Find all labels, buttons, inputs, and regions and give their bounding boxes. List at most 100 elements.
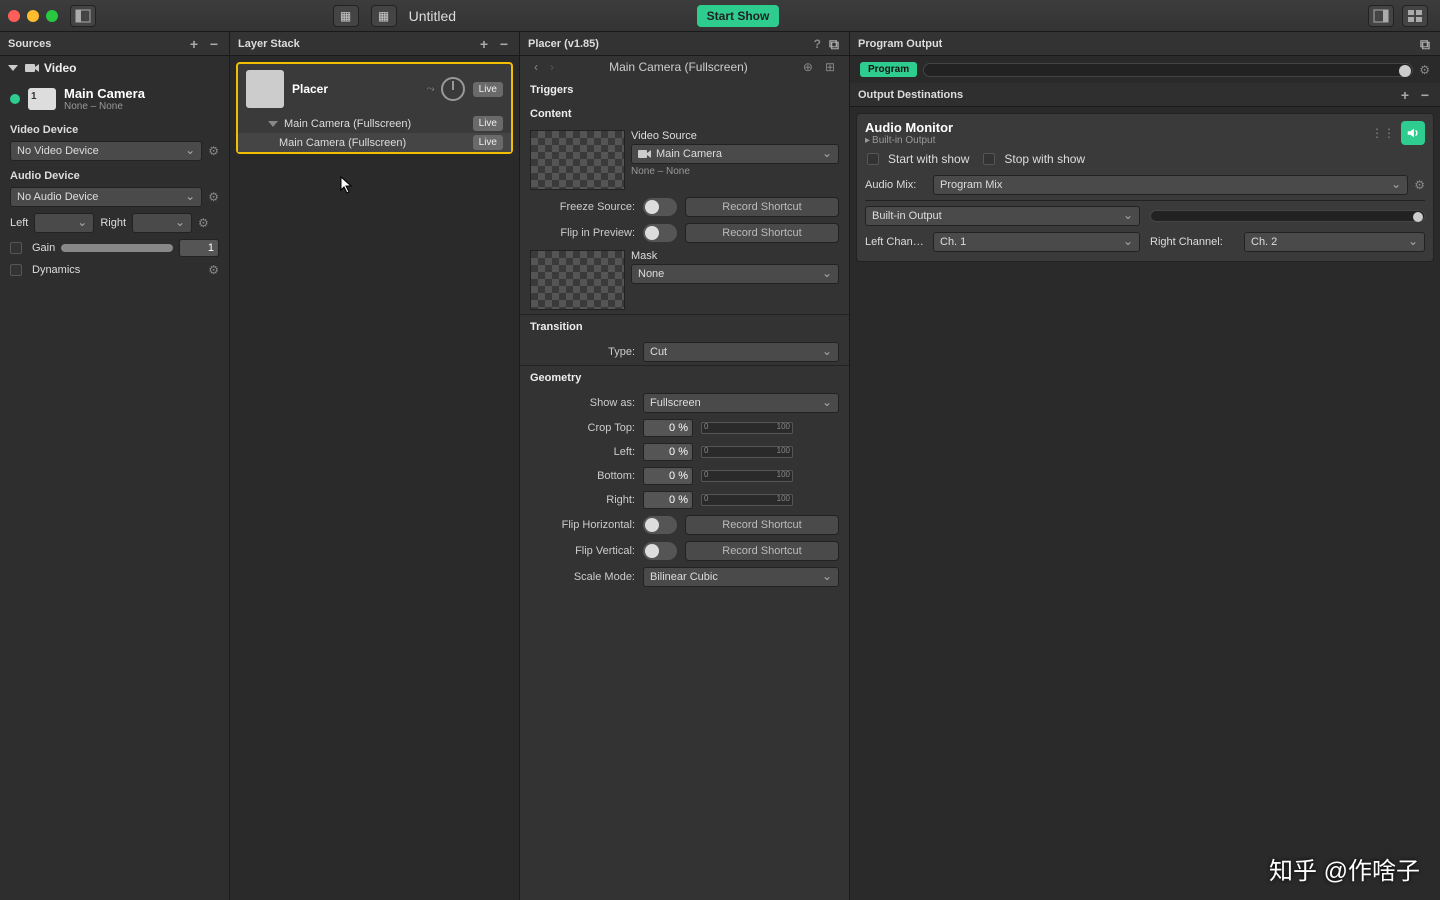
- gain-checkbox[interactable]: [10, 242, 22, 254]
- freeze-source-toggle[interactable]: [643, 198, 677, 216]
- left-channel-select[interactable]: [34, 213, 94, 233]
- dynamics-checkbox[interactable]: [10, 264, 22, 276]
- remove-source-button[interactable]: −: [207, 37, 221, 51]
- start-with-show-checkbox[interactable]: Start with show: [867, 152, 969, 166]
- crop-right-label: Right:: [530, 494, 635, 506]
- layer-title: Placer: [292, 82, 427, 96]
- source-status-dot: [10, 94, 20, 104]
- program-slider[interactable]: [923, 63, 1413, 77]
- source-subtitle: None – None: [64, 101, 145, 112]
- remove-layer-button[interactable]: −: [497, 37, 511, 51]
- nav-forward-button[interactable]: ›: [544, 60, 560, 74]
- video-group-header[interactable]: Video: [0, 56, 229, 80]
- source-item-main-camera[interactable]: Main Camera None – None: [0, 80, 229, 118]
- flip-preview-shortcut-button[interactable]: Record Shortcut: [685, 223, 839, 243]
- gain-label: Gain: [32, 242, 55, 254]
- nav-back-button[interactable]: ‹: [528, 60, 544, 74]
- video-device-select[interactable]: No Video Device: [10, 141, 202, 161]
- close-window-button[interactable]: [8, 10, 20, 22]
- transition-section-label: Transition: [520, 315, 849, 339]
- scale-mode-select[interactable]: Bilinear Cubic: [643, 567, 839, 587]
- dynamics-settings-icon[interactable]: ⚙: [208, 263, 219, 277]
- right-channel-out-select[interactable]: Ch. 2: [1244, 232, 1425, 252]
- audio-output-device-select[interactable]: Built-in Output: [865, 206, 1140, 226]
- audio-volume-slider[interactable]: [1150, 210, 1425, 222]
- flip-v-shortcut-button[interactable]: Record Shortcut: [685, 541, 839, 561]
- program-badge[interactable]: Program: [860, 62, 917, 77]
- video-source-label: Video Source: [631, 130, 839, 142]
- crop-left-slider[interactable]: 0100: [701, 446, 793, 458]
- audio-mix-settings-icon[interactable]: ⚙: [1414, 178, 1425, 192]
- layout-button-2[interactable]: [1402, 5, 1428, 27]
- window-title: Untitled: [409, 8, 456, 24]
- minimize-window-button[interactable]: [27, 10, 39, 22]
- toolbar-button-2[interactable]: ▦: [371, 5, 397, 27]
- audio-device-select[interactable]: No Audio Device: [10, 187, 202, 207]
- right-channel-select[interactable]: [132, 213, 192, 233]
- remove-destination-button[interactable]: −: [1418, 88, 1432, 102]
- show-as-select[interactable]: Fullscreen: [643, 393, 839, 413]
- flip-h-shortcut-button[interactable]: Record Shortcut: [685, 515, 839, 535]
- video-source-thumb: [530, 130, 625, 190]
- crop-bottom-value[interactable]: 0 %: [643, 467, 693, 485]
- toolbar-button-1[interactable]: ▦: [333, 5, 359, 27]
- inspector-icon-1[interactable]: ⊕: [797, 60, 819, 74]
- speaker-button[interactable]: [1401, 121, 1425, 145]
- crop-right-value[interactable]: 0 %: [643, 491, 693, 509]
- layer-card-placer[interactable]: Placer ⤳ Live Main Camera (Fullscreen) L…: [236, 62, 513, 154]
- flip-vertical-toggle[interactable]: [643, 542, 677, 560]
- layer-child-live-badge[interactable]: Live: [473, 116, 503, 131]
- layer-live-badge[interactable]: Live: [473, 82, 503, 97]
- flip-preview-toggle[interactable]: [643, 224, 677, 242]
- left-channel-label: Left: [10, 217, 28, 229]
- sidebar-toggle-button[interactable]: [70, 5, 96, 27]
- left-channel-out-select[interactable]: Ch. 1: [933, 232, 1140, 252]
- output-popout-icon[interactable]: ⧉: [1418, 37, 1432, 51]
- sources-header-label: Sources: [8, 38, 51, 50]
- channel-settings-icon[interactable]: ⚙: [198, 216, 209, 230]
- layer-link-icon: ⤳: [427, 84, 435, 95]
- crop-left-value[interactable]: 0 %: [643, 443, 693, 461]
- program-settings-icon[interactable]: ⚙: [1419, 63, 1430, 77]
- add-layer-button[interactable]: +: [477, 37, 491, 51]
- crop-bottom-slider[interactable]: 0100: [701, 470, 793, 482]
- layer-child-label: Main Camera (Fullscreen): [279, 137, 406, 149]
- add-destination-button[interactable]: +: [1398, 88, 1412, 102]
- crop-top-value[interactable]: 0 %: [643, 419, 693, 437]
- audio-drag-handle-icon[interactable]: ⋮⋮: [1371, 126, 1395, 140]
- start-show-button[interactable]: Start Show: [697, 5, 780, 27]
- layer-child-row-1[interactable]: Main Camera (Fullscreen) Live: [238, 133, 511, 152]
- inspector-icon-2[interactable]: ⊞: [819, 60, 841, 74]
- sources-header: Sources + −: [0, 32, 229, 56]
- layer-child-label: Main Camera (Fullscreen): [284, 118, 411, 130]
- camera-icon: [638, 148, 652, 160]
- audio-device-settings-icon[interactable]: ⚙: [208, 190, 219, 204]
- audio-mix-select[interactable]: Program Mix: [933, 175, 1408, 195]
- mask-select[interactable]: None: [631, 264, 839, 284]
- add-source-button[interactable]: +: [187, 37, 201, 51]
- video-source-select[interactable]: Main Camera: [631, 144, 839, 164]
- inspector-popout-icon[interactable]: ⧉: [827, 37, 841, 51]
- show-as-label: Show as:: [530, 397, 635, 409]
- flip-horizontal-toggle[interactable]: [643, 516, 677, 534]
- gain-slider[interactable]: [61, 244, 173, 252]
- layer-dial[interactable]: [441, 77, 465, 101]
- flip-horizontal-label: Flip Horizontal:: [530, 519, 635, 531]
- layer-child-row-0[interactable]: Main Camera (Fullscreen) Live: [238, 114, 511, 133]
- video-device-settings-icon[interactable]: ⚙: [208, 144, 219, 158]
- triggers-section-label: Triggers: [520, 78, 849, 102]
- layer-child-live-badge[interactable]: Live: [473, 135, 503, 150]
- transition-type-select[interactable]: Cut: [643, 342, 839, 362]
- gain-value[interactable]: 1: [179, 239, 219, 257]
- audio-monitor-card: Audio Monitor ▸Built-in Output ⋮⋮ Start …: [856, 113, 1434, 262]
- crop-top-slider[interactable]: 0100: [701, 422, 793, 434]
- window-controls: [8, 10, 58, 22]
- layout-button-1[interactable]: [1368, 5, 1394, 27]
- inspector-header-label: Placer (v1.85): [528, 38, 599, 50]
- crop-right-slider[interactable]: 0100: [701, 494, 793, 506]
- inspector-help-icon[interactable]: ?: [814, 37, 821, 51]
- audio-monitor-subtitle: Built-in Output: [872, 135, 935, 146]
- stop-with-show-checkbox[interactable]: Stop with show: [983, 152, 1085, 166]
- freeze-shortcut-button[interactable]: Record Shortcut: [685, 197, 839, 217]
- zoom-window-button[interactable]: [46, 10, 58, 22]
